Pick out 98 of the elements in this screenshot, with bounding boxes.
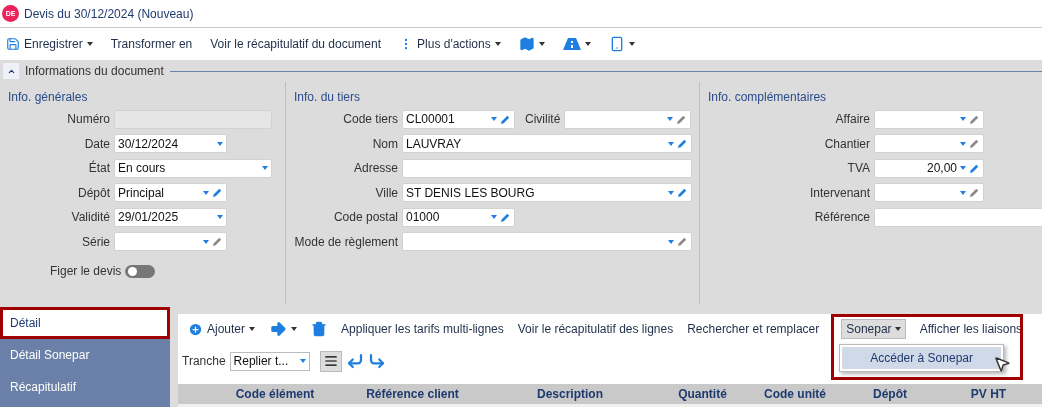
tranche-select[interactable]: Replier t... xyxy=(229,351,310,371)
pencil-icon[interactable] xyxy=(212,236,223,248)
field-label: Série xyxy=(82,234,110,249)
caret-icon[interactable] xyxy=(86,42,93,46)
add-icon xyxy=(188,321,203,337)
column-header[interactable]: Code élément xyxy=(205,387,345,401)
field-label: Ville xyxy=(375,185,398,200)
caret-icon[interactable] xyxy=(291,327,298,331)
field-label: Intervenant xyxy=(809,185,870,200)
side-tab[interactable]: Détail Sonepar xyxy=(0,339,170,371)
field-label: Nom xyxy=(372,136,398,151)
field-label: État xyxy=(88,161,110,176)
caret-icon[interactable] xyxy=(628,42,635,46)
column-header[interactable]: Dépôt xyxy=(845,387,935,401)
caret-icon[interactable] xyxy=(249,327,256,331)
pencil-icon[interactable] xyxy=(969,113,980,125)
pencil-icon[interactable] xyxy=(500,211,511,223)
pencil-icon[interactable] xyxy=(969,138,980,150)
road-button[interactable] xyxy=(562,37,591,51)
toolbar-button[interactable]: Ajouter xyxy=(188,321,256,337)
field-label: Date xyxy=(84,136,110,151)
toggle-label: Figer le devis xyxy=(50,264,122,278)
dropdown-field[interactable]: LAUVRAY xyxy=(402,134,692,154)
caret-icon[interactable] xyxy=(894,327,901,331)
dropdown-field[interactable]: 20,00 xyxy=(874,158,984,178)
save-button[interactable]: Enregistrer xyxy=(6,37,93,51)
pencil-icon[interactable] xyxy=(676,113,688,125)
toolbar-button[interactable]: Voir le récapitulatif des lignes xyxy=(517,322,674,336)
dropdown-field[interactable]: CL00001 xyxy=(402,109,515,129)
menu-item[interactable]: Accéder à Sonepar xyxy=(842,347,1001,369)
caret-icon[interactable] xyxy=(584,42,591,46)
map-button[interactable] xyxy=(518,36,545,52)
pencil-icon[interactable] xyxy=(969,187,980,199)
dropdown-field[interactable]: En cours xyxy=(114,158,272,178)
column-header[interactable]: PV HT xyxy=(935,387,1042,401)
dropdown-field[interactable] xyxy=(564,109,692,129)
field-label: Code tiers xyxy=(343,112,398,127)
field-label: Adresse xyxy=(353,161,398,176)
pencil-icon[interactable] xyxy=(500,113,511,125)
field-label: Mode de règlement xyxy=(294,234,398,249)
dropdown-field[interactable]: 30/12/2024 xyxy=(114,134,227,154)
group-title: Info. complémentaires xyxy=(707,89,827,106)
toolbar-button[interactable]: Afficher les liaisons xyxy=(919,322,1023,336)
sonepar-dropdown[interactable]: Sonepar xyxy=(841,319,906,339)
caret-icon[interactable] xyxy=(494,42,501,46)
field-label: Dépôt xyxy=(77,185,110,200)
pencil-icon[interactable] xyxy=(677,236,688,248)
toggle-switch[interactable] xyxy=(125,264,156,278)
toolbar-button[interactable]: Appliquer les tarifs multi-lignes xyxy=(341,322,504,336)
pencil-icon[interactable] xyxy=(677,138,688,150)
column-header[interactable]: Référence client xyxy=(345,387,480,401)
group-title: Info. du tiers xyxy=(293,89,361,106)
tranche-label: Tranche xyxy=(182,354,226,368)
toolbar-button[interactable]: Voir le récapitulatif du document xyxy=(210,37,382,51)
return-left-icon[interactable] xyxy=(345,352,364,370)
input-field[interactable] xyxy=(402,158,692,178)
dropdown-field[interactable] xyxy=(874,134,984,154)
save-icon xyxy=(6,37,20,51)
section-title: Informations du document xyxy=(25,64,164,78)
trash-icon xyxy=(311,321,328,337)
window-title: Devis du 30/12/2024 (Nouveau) xyxy=(24,6,194,21)
pencil-icon[interactable] xyxy=(212,187,223,199)
field-label: TVA xyxy=(847,161,870,176)
pencil-icon[interactable] xyxy=(969,162,980,174)
column-header[interactable]: Code unité xyxy=(745,387,845,401)
dropdown-field[interactable] xyxy=(874,109,984,129)
column-header[interactable]: Quantité xyxy=(660,387,745,401)
toolbar-button[interactable]: Plus d'actions xyxy=(399,37,501,51)
dropdown-field[interactable] xyxy=(402,232,692,252)
collapse-button[interactable] xyxy=(3,63,19,79)
dropdown-field[interactable]: 29/01/2025 xyxy=(114,207,227,227)
pencil-icon[interactable] xyxy=(677,187,688,199)
field-label: Affaire xyxy=(835,112,870,127)
dropdown-field[interactable] xyxy=(874,183,984,203)
field-label: Référence xyxy=(814,210,870,225)
toolbar-button[interactable]: Rechercher et remplacer xyxy=(687,322,820,336)
arrow-icon xyxy=(269,320,288,338)
arrow-button[interactable] xyxy=(269,320,298,338)
column-header[interactable]: Description xyxy=(480,387,660,401)
road-icon[interactable] xyxy=(562,37,581,51)
trash-button[interactable] xyxy=(311,321,328,337)
group-title: Info. générales xyxy=(7,89,88,106)
field-label: Validité xyxy=(71,210,110,225)
side-tab[interactable]: Détail xyxy=(0,307,170,339)
field-label: Chantier xyxy=(824,136,870,151)
dropdown-field[interactable] xyxy=(114,232,227,252)
map-icon xyxy=(518,36,535,52)
toolbar-button[interactable]: Transformer en xyxy=(110,37,193,51)
dropdown-field[interactable]: ST DENIS LES BOURG xyxy=(402,183,692,203)
field-label: Numéro xyxy=(67,112,110,127)
dropdown-field[interactable]: Principal xyxy=(114,183,227,203)
field-label: Code postal xyxy=(333,210,398,225)
caret-icon[interactable] xyxy=(538,42,545,46)
dropdown-field[interactable]: 01000 xyxy=(402,207,515,227)
input-field[interactable] xyxy=(874,207,1042,227)
return-right-icon[interactable] xyxy=(367,352,386,370)
side-tab[interactable]: Récapitulatif xyxy=(0,371,170,403)
field-label: Civilité xyxy=(525,112,561,127)
